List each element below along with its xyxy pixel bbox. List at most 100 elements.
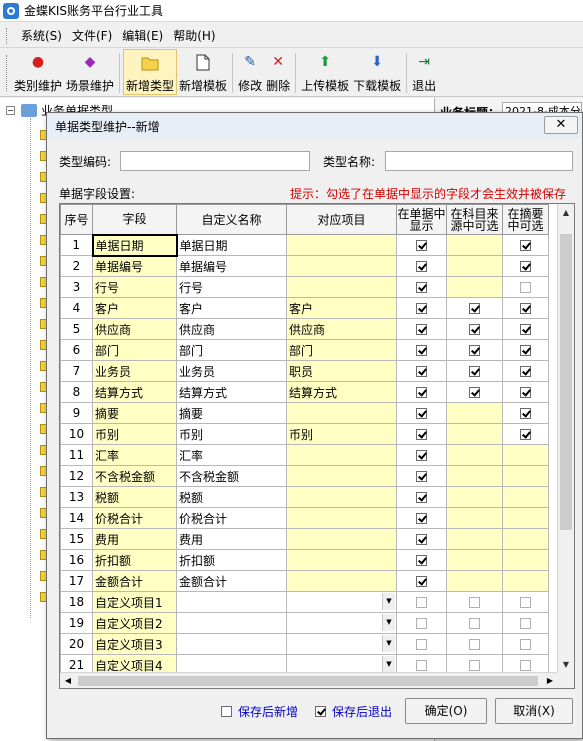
item-cell[interactable] [286,234,397,256]
checkbox[interactable] [520,282,531,293]
scroll-left-icon[interactable]: ◀ [60,673,76,688]
show-in-doc-cell[interactable] [396,591,447,613]
summary-cell[interactable] [502,612,549,634]
checkbox[interactable] [469,324,480,335]
show-in-doc-cell[interactable] [396,381,447,403]
item-cell[interactable] [286,528,397,550]
checkbox[interactable] [416,408,427,419]
subject-source-cell[interactable] [446,465,503,487]
table-row[interactable]: 3 行号 行号 [60,276,549,298]
table-row[interactable]: 7 业务员 业务员 职员 [60,360,549,382]
field-cell[interactable]: 币别 [92,423,177,445]
field-cell[interactable]: 折扣额 [92,549,177,571]
checkbox[interactable] [520,597,531,608]
summary-cell[interactable] [502,528,549,550]
show-in-doc-cell[interactable] [396,318,447,340]
show-in-doc-cell[interactable] [396,507,447,529]
checkbox[interactable] [416,303,427,314]
custom-name-cell[interactable]: 不含税金额 [176,465,287,487]
table-row[interactable]: 11 汇率 汇率 [60,444,549,466]
type-name-input[interactable] [385,151,573,171]
show-in-doc-cell[interactable] [396,276,447,298]
custom-name-cell[interactable]: 汇率 [176,444,287,466]
summary-cell[interactable] [502,591,549,613]
show-in-doc-cell[interactable] [396,612,447,634]
checkbox[interactable] [520,660,531,671]
custom-name-cell[interactable] [176,612,287,634]
custom-name-cell[interactable]: 价税合计 [176,507,287,529]
custom-name-cell[interactable]: 折扣额 [176,549,287,571]
show-in-doc-cell[interactable] [396,465,447,487]
menu-edit[interactable]: 编辑(E) [117,27,168,44]
scroll-down-icon[interactable]: ▼ [558,656,574,673]
summary-cell[interactable] [502,381,549,403]
field-cell[interactable]: 费用 [92,528,177,550]
dropdown-arrow-icon[interactable]: ▼ [382,593,395,610]
item-cell[interactable] [286,507,397,529]
show-in-doc-cell[interactable] [396,297,447,319]
subject-source-cell[interactable] [446,381,503,403]
grid-horizontal-scrollbar[interactable]: ◀ ▶ [60,672,558,688]
show-in-doc-cell[interactable] [396,570,447,592]
type-code-input[interactable] [120,151,310,171]
item-cell[interactable]: 结算方式 [286,381,397,403]
field-cell[interactable]: 自定义项目2 [92,612,177,634]
subject-source-cell[interactable] [446,444,503,466]
new-template-button[interactable]: 新增模板 [177,49,229,95]
menu-help[interactable]: 帮助(H) [168,27,220,44]
item-cell[interactable] [286,402,397,424]
checkbox[interactable] [416,597,427,608]
table-row[interactable]: 15 费用 费用 [60,528,549,550]
field-cell[interactable]: 自定义项目1 [92,591,177,613]
custom-name-cell[interactable]: 行号 [176,276,287,298]
fields-grid[interactable]: 序号 字段 自定义名称 对应项目 在单据中显示 在科目来源中可选 在摘要中可选 … [59,203,575,689]
show-in-doc-cell[interactable] [396,402,447,424]
item-cell[interactable]: 职员 [286,360,397,382]
upload-template-button[interactable]: ⬆ 上传模板 [299,49,351,95]
summary-cell[interactable] [502,423,549,445]
subject-source-cell[interactable] [446,255,503,277]
scroll-right-icon[interactable]: ▶ [542,673,558,688]
custom-name-cell[interactable]: 供应商 [176,318,287,340]
subject-source-cell[interactable] [446,570,503,592]
item-cell[interactable] [286,276,397,298]
checkbox[interactable] [520,639,531,650]
subject-source-cell[interactable] [446,276,503,298]
item-cell[interactable] [286,570,397,592]
field-cell[interactable]: 价税合计 [92,507,177,529]
summary-cell[interactable] [502,465,549,487]
checkbox[interactable] [416,429,427,440]
checkbox[interactable] [520,429,531,440]
item-dropdown-cell[interactable]: ▼ [286,612,397,634]
scene-maint-button[interactable]: ◆ 场景维护 [64,49,116,95]
summary-cell[interactable] [502,318,549,340]
table-row[interactable]: 16 折扣额 折扣额 [60,549,549,571]
subject-source-cell[interactable] [446,318,503,340]
save-new-option[interactable]: 保存后新增 [221,703,298,720]
dropdown-arrow-icon[interactable]: ▼ [382,635,395,652]
col-header-show[interactable]: 在单据中显示 [396,204,447,235]
item-cell[interactable] [286,549,397,571]
item-cell[interactable] [286,486,397,508]
item-cell[interactable] [286,465,397,487]
checkbox[interactable] [469,345,480,356]
custom-name-cell[interactable]: 单据编号 [176,255,287,277]
table-row[interactable]: 13 税额 税额 [60,486,549,508]
download-template-button[interactable]: ⬇ 下载模板 [351,49,403,95]
cancel-button[interactable]: 取消(X) [495,698,573,724]
collapse-icon[interactable]: − [6,106,15,115]
summary-cell[interactable] [502,570,549,592]
ok-button[interactable]: 确定(O) [405,698,487,724]
table-row[interactable]: 12 不含税金额 不含税金额 [60,465,549,487]
new-type-button[interactable]: 新增类型 [123,49,178,95]
checkbox[interactable] [416,576,427,587]
checkbox[interactable] [416,366,427,377]
table-row[interactable]: 5 供应商 供应商 供应商 [60,318,549,340]
table-row[interactable]: 4 客户 客户 客户 [60,297,549,319]
custom-name-cell[interactable]: 税额 [176,486,287,508]
checkbox[interactable] [520,345,531,356]
item-dropdown-cell[interactable]: ▼ [286,591,397,613]
item-cell[interactable] [286,444,397,466]
close-button[interactable]: ✕ [544,116,578,134]
checkbox[interactable] [416,492,427,503]
